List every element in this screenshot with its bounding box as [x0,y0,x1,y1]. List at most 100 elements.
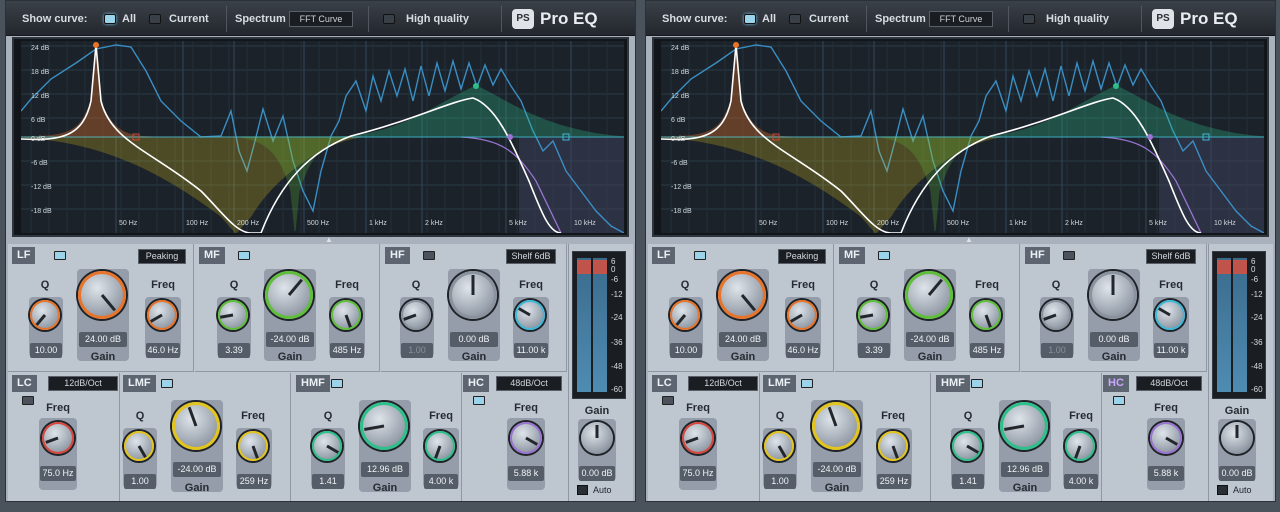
freq-scale-label: 200 Hz [877,220,900,227]
band-label-hf: HF [1025,247,1050,264]
high-quality-toggle[interactable] [1023,14,1035,24]
hmf-enable-toggle[interactable] [331,379,343,388]
high-quality-label: High quality [406,13,469,25]
lmf-q-knob[interactable] [764,431,794,461]
mf-q-knob[interactable] [858,300,888,330]
lmf-gain-knob[interactable] [812,402,860,450]
lf-q-knob[interactable] [670,300,700,330]
mf-enable-toggle[interactable] [878,251,890,260]
hmf-q-knob[interactable] [952,431,982,461]
mf-gain-knob[interactable] [905,271,953,319]
lc-enable-toggle[interactable] [662,396,674,405]
hf-freq-knob[interactable] [1155,300,1185,330]
hmf-freq-knob[interactable] [1065,431,1095,461]
output-gain-knob[interactable] [581,422,613,454]
lf-mode-dropdown[interactable]: Peaking [138,249,186,264]
lmf-enable-toggle[interactable] [161,379,173,388]
freq-scale-label: 1 kHz [1009,220,1027,227]
hf-enable-toggle[interactable] [423,251,435,260]
hmf-enable-toggle[interactable] [971,379,983,388]
lf-freq-knob[interactable] [147,300,177,330]
output-gain-knob[interactable] [1221,422,1253,454]
lmf-freq-knob[interactable] [238,431,268,461]
lmf-gain-knob[interactable] [172,402,220,450]
hc-freq-knob[interactable] [1150,422,1182,454]
hmf-gain-label: Gain [1012,482,1038,494]
high-quality-toggle[interactable] [383,14,395,24]
hf-freq-knob[interactable] [515,300,545,330]
hc-slope-dropdown[interactable]: 48dB/Oct [1136,376,1202,391]
hmf-gain-value: 12.96 dB [361,462,409,477]
all-toggle[interactable] [744,14,756,24]
lmf-freq-knob[interactable] [878,431,908,461]
meter-peak-right [1233,260,1247,274]
lc-enable-toggle[interactable] [22,396,34,405]
db-scale-label: 24 dB [671,45,690,52]
hf-q-label: Q [1051,279,1061,291]
lmf-enable-toggle[interactable] [801,379,813,388]
lf-q-knob[interactable] [30,300,60,330]
lc-slope-dropdown[interactable]: 12dB/Oct [48,376,118,391]
current-toggle[interactable] [149,14,161,24]
mf-freq-knob[interactable] [331,300,361,330]
lf-freq-knob[interactable] [787,300,817,330]
hc-enable-toggle[interactable] [473,396,485,405]
hmf-gain-knob[interactable] [1000,402,1048,450]
triangle-up-icon[interactable]: ▲ [322,236,336,244]
hf-gain-knob[interactable] [449,271,497,319]
hf-mode-dropdown[interactable]: Shelf 6dB [506,249,556,264]
mf-freq-knob[interactable] [971,300,1001,330]
auto-checkbox[interactable] [577,485,588,495]
mf-freq-value: 485 Hz [330,343,364,358]
spectrum-dropdown[interactable]: FFT Curve [289,11,353,27]
hf-gain-value: 0.00 dB [1090,332,1138,347]
hmf-q-knob[interactable] [312,431,342,461]
mf-freq-label: Freq [975,279,999,291]
lf-mode-dropdown[interactable]: Peaking [778,249,826,264]
eq-graph-frame: 24 dB 18 dB 12 dB 6 dB 0 dB -6 dB -12 dB -18 dB… [652,37,1269,237]
show-curve-label: Show curve: [662,13,728,25]
lc-slope-dropdown[interactable]: 12dB/Oct [688,376,758,391]
mf-gain-value: -24.00 dB [266,332,314,347]
lf-enable-toggle[interactable] [694,251,706,260]
lc-freq-knob[interactable] [42,422,74,454]
current-label: Current [809,13,849,25]
hc-freq-knob[interactable] [510,422,542,454]
eq-graph[interactable] [661,41,1264,233]
eq-graph[interactable] [21,41,624,233]
freq-scale-label: 50 Hz [759,220,778,227]
all-label: All [122,13,137,25]
hf-q-knob[interactable] [1041,300,1071,330]
hc-slope-dropdown[interactable]: 48dB/Oct [496,376,562,391]
lf-enable-toggle[interactable] [54,251,66,260]
triangle-up-icon[interactable]: ▲ [962,236,976,244]
hf-gain-label: Gain [461,351,487,363]
band-label-lf: LF [652,247,676,264]
meter-scale-label: -6 [611,275,619,284]
lc-freq-knob[interactable] [682,422,714,454]
band-label-hmf: HMF [296,375,330,392]
meter-scale-label: -48 [1251,362,1263,371]
hc-enable-toggle[interactable] [1113,396,1125,405]
hf-freq-label: Freq [519,279,543,291]
db-scale-label: 18 dB [31,69,50,76]
lf-gain-knob[interactable] [718,271,766,319]
hmf-gain-knob[interactable] [360,402,408,450]
hmf-freq-knob[interactable] [425,431,455,461]
spectrum-dropdown[interactable]: FFT Curve [929,11,993,27]
lf-gain-knob[interactable] [78,271,126,319]
current-toggle[interactable] [789,14,801,24]
mf-enable-toggle[interactable] [238,251,250,260]
lmf-q-knob[interactable] [124,431,154,461]
mf-q-knob[interactable] [218,300,248,330]
lmf-gain-value: -24.00 dB [173,462,221,477]
hf-gain-knob[interactable] [1089,271,1137,319]
db-scale-label: -6 dB [671,160,688,167]
hf-q-knob[interactable] [401,300,431,330]
all-toggle[interactable] [104,14,116,24]
hf-enable-toggle[interactable] [1063,251,1075,260]
all-label: All [762,13,777,25]
mf-gain-knob[interactable] [265,271,313,319]
auto-checkbox[interactable] [1217,485,1228,495]
hf-mode-dropdown[interactable]: Shelf 6dB [1146,249,1196,264]
